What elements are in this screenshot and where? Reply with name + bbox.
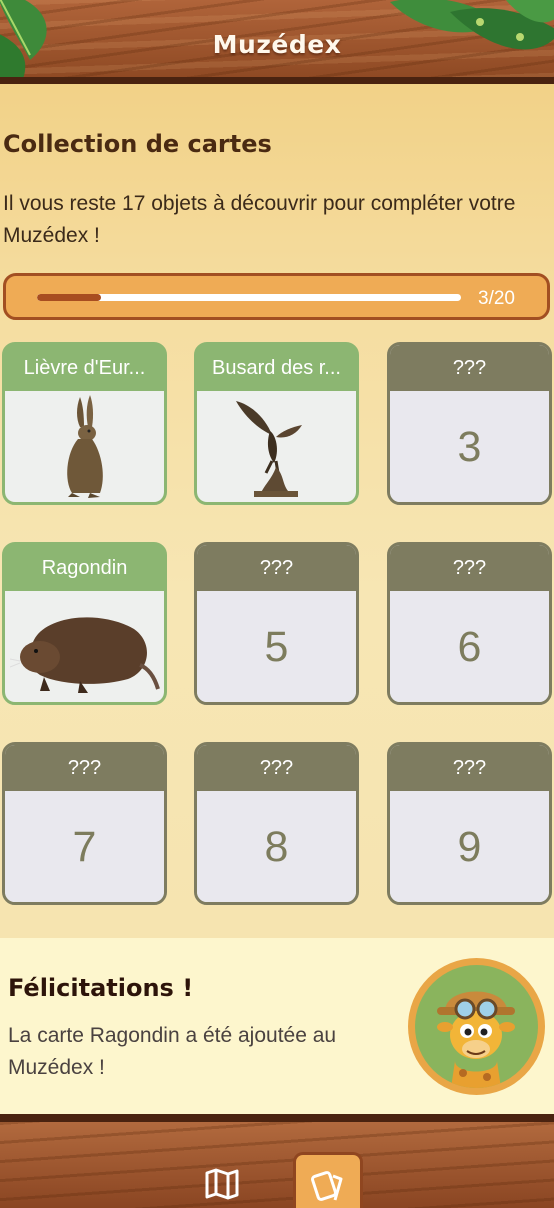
coypu-image [9, 617, 160, 693]
congrats-title: Félicitations ! [8, 974, 194, 1002]
card-4[interactable]: Ragondin [2, 542, 167, 705]
giraffe-avatar [408, 958, 545, 1095]
card-caption: Lièvre d'Eur... [5, 345, 164, 391]
progress-fill [37, 294, 101, 301]
card-caption: ??? [197, 545, 356, 591]
card-caption: Ragondin [5, 545, 164, 591]
card-caption: Busard des r... [197, 345, 356, 391]
card-caption: ??? [390, 745, 549, 791]
card-2[interactable]: Busard des r... [194, 342, 359, 505]
collection-progress: 3/20 [3, 273, 550, 320]
card-caption: ??? [390, 545, 549, 591]
card-7[interactable]: ??? 7 [2, 742, 167, 905]
card-5[interactable]: ??? 5 [194, 542, 359, 705]
card-6[interactable]: ??? 6 [387, 542, 552, 705]
card-image [5, 391, 164, 502]
card-3[interactable]: ??? 3 [387, 342, 552, 505]
card-caption: ??? [390, 345, 549, 391]
card-caption: ??? [5, 745, 164, 791]
congrats-text: La carte Ragondin a été ajoutée au Muzéd… [8, 1024, 337, 1079]
app-header: Muzédex [0, 0, 554, 84]
card-number: 3 [457, 422, 482, 471]
congrats-banner[interactable]: Félicitations ! La carte Ragondin a été … [0, 938, 554, 1114]
card-8[interactable]: ??? 8 [194, 742, 359, 905]
card-number: 5 [264, 622, 289, 671]
map-icon [205, 1168, 239, 1200]
card-image [5, 591, 164, 702]
card-image [197, 391, 356, 502]
collection-title: Collection de cartes [3, 130, 272, 158]
bird-of-prey-image [235, 401, 302, 497]
giraffe-icon [437, 991, 515, 1088]
card-1[interactable]: Lièvre d'Eur... [2, 342, 167, 505]
progress-track [37, 294, 461, 301]
card-number: 7 [72, 822, 97, 871]
nav-map-button[interactable] [187, 1152, 257, 1208]
card-9[interactable]: ??? 9 [387, 742, 552, 905]
card-number: 8 [264, 822, 289, 871]
card-number: 9 [457, 822, 482, 871]
card-caption: ??? [197, 745, 356, 791]
card-number: 6 [457, 622, 482, 671]
collection-description: Il vous reste 17 objets à découvrir pour… [3, 192, 516, 247]
hare-image [66, 395, 103, 498]
bottom-navigation [0, 1114, 554, 1208]
progress-label: 3/20 [478, 288, 515, 309]
cards-icon [311, 1170, 343, 1201]
nav-cards-button[interactable] [293, 1152, 363, 1208]
app-title: Muzédex [212, 30, 342, 59]
